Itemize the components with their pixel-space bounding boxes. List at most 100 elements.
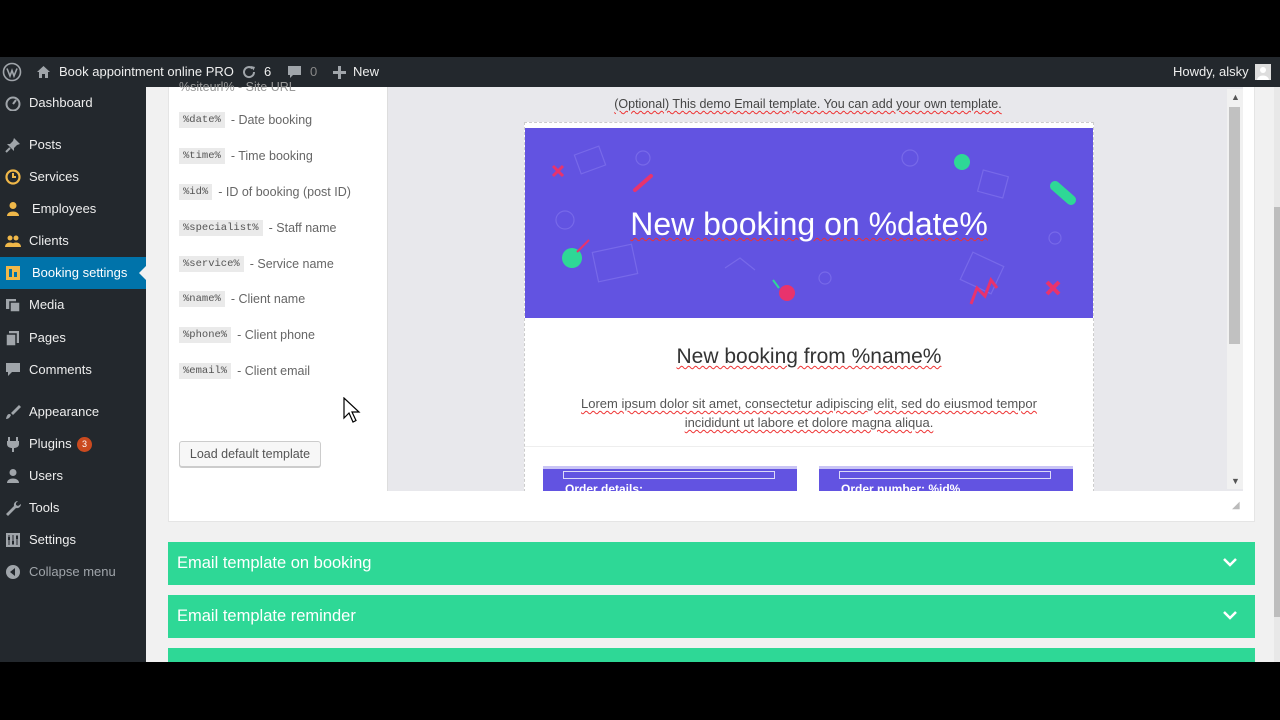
sidebar-item-label: Users bbox=[29, 468, 63, 483]
sidebar-item-label: Tools bbox=[29, 500, 60, 515]
sidebar-item-services[interactable]: Services bbox=[0, 161, 146, 193]
sidebar-item-employees[interactable]: Employees bbox=[0, 193, 146, 225]
variable-description: - Date booking bbox=[230, 113, 313, 127]
accordion-email-reminder[interactable]: Email template reminder bbox=[168, 595, 1255, 638]
accordion-title: Email template on booking bbox=[177, 554, 372, 572]
avatar bbox=[1254, 64, 1271, 80]
preview-scroll-thumb[interactable] bbox=[1229, 107, 1240, 344]
variable-description: - Time booking bbox=[230, 149, 313, 163]
pin-icon bbox=[5, 137, 21, 153]
variable-code[interactable]: %id% bbox=[179, 184, 213, 200]
order-number-box: Order number: %id% bbox=[819, 466, 1073, 491]
sidebar-item-label: Settings bbox=[29, 532, 76, 547]
variable-row: %id% - ID of booking (post ID) bbox=[179, 182, 351, 202]
email-template: New booking on %date% New booking from %… bbox=[524, 122, 1094, 491]
resize-grip-icon[interactable]: ◢ bbox=[1232, 501, 1242, 511]
comments-count: 0 bbox=[310, 64, 318, 79]
sidebar-item-tools[interactable]: Tools bbox=[0, 492, 146, 524]
new-content-link[interactable]: New bbox=[333, 57, 379, 87]
sidebar-item-label: Media bbox=[29, 297, 65, 312]
media-icon bbox=[5, 297, 21, 313]
order-number-label: Order number: %id% bbox=[841, 482, 961, 491]
brush-icon bbox=[5, 404, 21, 420]
comment-icon bbox=[5, 362, 21, 378]
wrench-icon bbox=[5, 500, 22, 516]
load-default-template-button[interactable]: Load default template bbox=[179, 441, 321, 467]
variable-code[interactable]: %date% bbox=[179, 112, 225, 128]
email-heading: New booking from %name% bbox=[676, 345, 942, 368]
sidebar-item-label: Services bbox=[29, 169, 79, 184]
sidebar-item-label: Booking settings bbox=[32, 265, 128, 280]
sidebar-item-users[interactable]: Users bbox=[0, 460, 146, 492]
sidebar-item-settings[interactable]: Settings bbox=[0, 524, 146, 556]
variable-row: %service% - Service name bbox=[179, 254, 334, 274]
preview-scrollbar[interactable]: ▲ ▼ bbox=[1227, 89, 1243, 489]
variable-code[interactable]: %name% bbox=[179, 291, 225, 307]
sliders-icon bbox=[5, 532, 21, 548]
plus-icon bbox=[333, 65, 346, 79]
sidebar-item-label: Pages bbox=[29, 330, 66, 345]
dashboard-icon bbox=[5, 95, 21, 112]
variable-code[interactable]: %phone% bbox=[179, 327, 232, 343]
email-preview-frame[interactable]: (Optional) This demo Email template. You… bbox=[387, 87, 1243, 491]
sidebar-item-pages[interactable]: Pages bbox=[0, 322, 146, 354]
sidebar-item-label: Dashboard bbox=[29, 95, 93, 110]
sidebar-item-appearance[interactable]: Appearance bbox=[0, 396, 146, 428]
variable-description: - Client name bbox=[230, 292, 306, 306]
sidebar-item-posts[interactable]: Posts bbox=[0, 129, 146, 161]
email-hero-banner: New booking on %date% bbox=[525, 128, 1093, 318]
scroll-down-arrow-icon[interactable]: ▼ bbox=[1231, 477, 1240, 486]
howdy-text: Howdy, alsky bbox=[1173, 64, 1249, 79]
accordion-next-partial[interactable] bbox=[168, 648, 1255, 662]
variable-description: - Client email bbox=[237, 364, 311, 378]
new-label: New bbox=[353, 64, 380, 79]
sidebar-item-booking-settings[interactable]: Booking settings bbox=[0, 257, 146, 289]
collapse-icon bbox=[5, 564, 21, 580]
sidebar-item-label: Comments bbox=[29, 362, 92, 377]
chevron-down-icon bbox=[1223, 558, 1237, 567]
variable-code[interactable]: %service% bbox=[179, 256, 244, 272]
variable-code[interactable]: %email% bbox=[179, 363, 232, 379]
window-scrollbar[interactable] bbox=[1274, 87, 1280, 662]
account-menu[interactable]: Howdy, alsky bbox=[1173, 57, 1271, 87]
sidebar-item-label: Collapse menu bbox=[29, 564, 116, 579]
sidebar-item-label: Posts bbox=[29, 137, 62, 152]
sidebar-item-collapse-menu[interactable]: Collapse menu bbox=[0, 556, 146, 588]
sidebar-item-clients[interactable]: Clients bbox=[0, 225, 146, 257]
wordpress-icon[interactable] bbox=[2, 57, 22, 87]
divider bbox=[525, 446, 1093, 447]
accordion-email-on-booking[interactable]: Email template on booking bbox=[168, 542, 1255, 585]
variable-row: %specialist% - Staff name bbox=[179, 218, 336, 238]
variable-row: %phone% - Client phone bbox=[179, 325, 315, 345]
sidebar-item-label: Employees bbox=[32, 201, 97, 216]
sidebar-item-comments[interactable]: Comments bbox=[0, 354, 146, 386]
variable-row: %name% - Client name bbox=[179, 289, 305, 309]
person-icon bbox=[5, 201, 21, 217]
group-icon bbox=[5, 233, 21, 249]
box-outline bbox=[839, 471, 1051, 479]
settings-grid-icon bbox=[5, 265, 21, 281]
variable-code[interactable]: %time% bbox=[179, 148, 225, 164]
sidebar-item-media[interactable]: Media bbox=[0, 289, 146, 321]
hero-title: New booking on %date% bbox=[630, 206, 988, 242]
accordion-title: Email template reminder bbox=[177, 607, 356, 625]
variable-description: - Service name bbox=[249, 257, 334, 271]
sidebar-item-label: Plugins bbox=[29, 436, 72, 451]
sidebar-item-dashboard[interactable]: Dashboard bbox=[0, 87, 146, 119]
sidebar-item-label: Appearance bbox=[29, 404, 100, 419]
sidebar-item-plugins[interactable]: Plugins 3 bbox=[0, 428, 146, 460]
variable-description: - ID of booking (post ID) bbox=[218, 185, 351, 199]
window-scroll-thumb[interactable] bbox=[1274, 207, 1280, 617]
plugins-update-badge: 3 bbox=[77, 437, 92, 452]
order-details-box: Order details: bbox=[543, 466, 797, 491]
scroll-up-arrow-icon[interactable]: ▲ bbox=[1231, 93, 1240, 102]
variable-description: - Staff name bbox=[268, 221, 337, 235]
wp-admin-window: Book appointment online PRO 6 0 New Howd… bbox=[0, 57, 1280, 662]
variable-row-partial: %siteurl% - Site URL bbox=[179, 80, 296, 94]
preview-note: (Optional) This demo Email template. You… bbox=[614, 97, 1002, 111]
mouse-cursor-icon bbox=[343, 397, 361, 423]
sidebar-item-label: Clients bbox=[29, 233, 69, 248]
variable-row: %email% - Client email bbox=[179, 361, 310, 381]
order-details-label: Order details: bbox=[565, 482, 644, 491]
variable-code[interactable]: %specialist% bbox=[179, 220, 263, 236]
